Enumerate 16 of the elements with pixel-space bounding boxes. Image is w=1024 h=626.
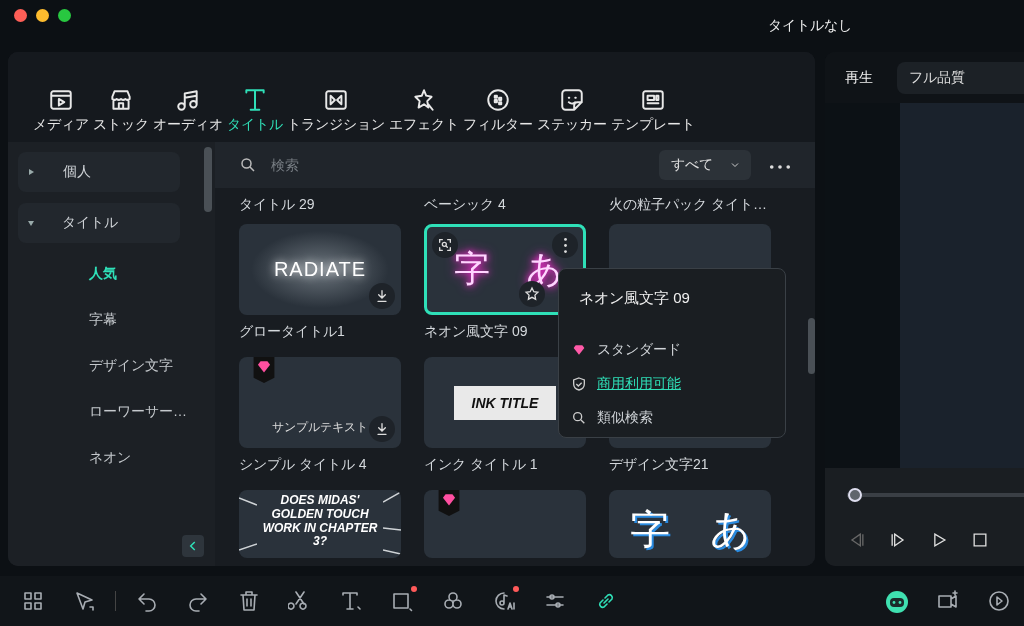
window-title: タイトルなし bbox=[768, 17, 852, 35]
title-label: デザイン文字21 bbox=[609, 456, 710, 474]
title-label: グロータイトル1 bbox=[239, 323, 346, 341]
title-label: インク タイトル 1 bbox=[424, 456, 539, 474]
title-label: タイトル 29 bbox=[239, 196, 316, 214]
title-label: シンプル タイトル 4 bbox=[239, 456, 368, 474]
preview-text: 字 あ bbox=[453, 246, 563, 292]
preview-text: RADIATE bbox=[273, 258, 367, 281]
preview-text: INK TITLE bbox=[453, 385, 557, 420]
preview-text: 字 あ bbox=[629, 506, 751, 553]
preview-text: DOES MIDAS' GOLDEN TOUCH WORK IN CHAPTER 3? bbox=[261, 494, 379, 550]
preview-text: サンプルテキスト bbox=[272, 419, 368, 436]
plan-label: スタンダード bbox=[597, 341, 681, 359]
title-label: 火の粒子パック タイト… bbox=[609, 196, 768, 214]
title-label: ネオン風文字 09 bbox=[424, 323, 529, 341]
title-label: ベーシック 4 bbox=[424, 196, 507, 214]
